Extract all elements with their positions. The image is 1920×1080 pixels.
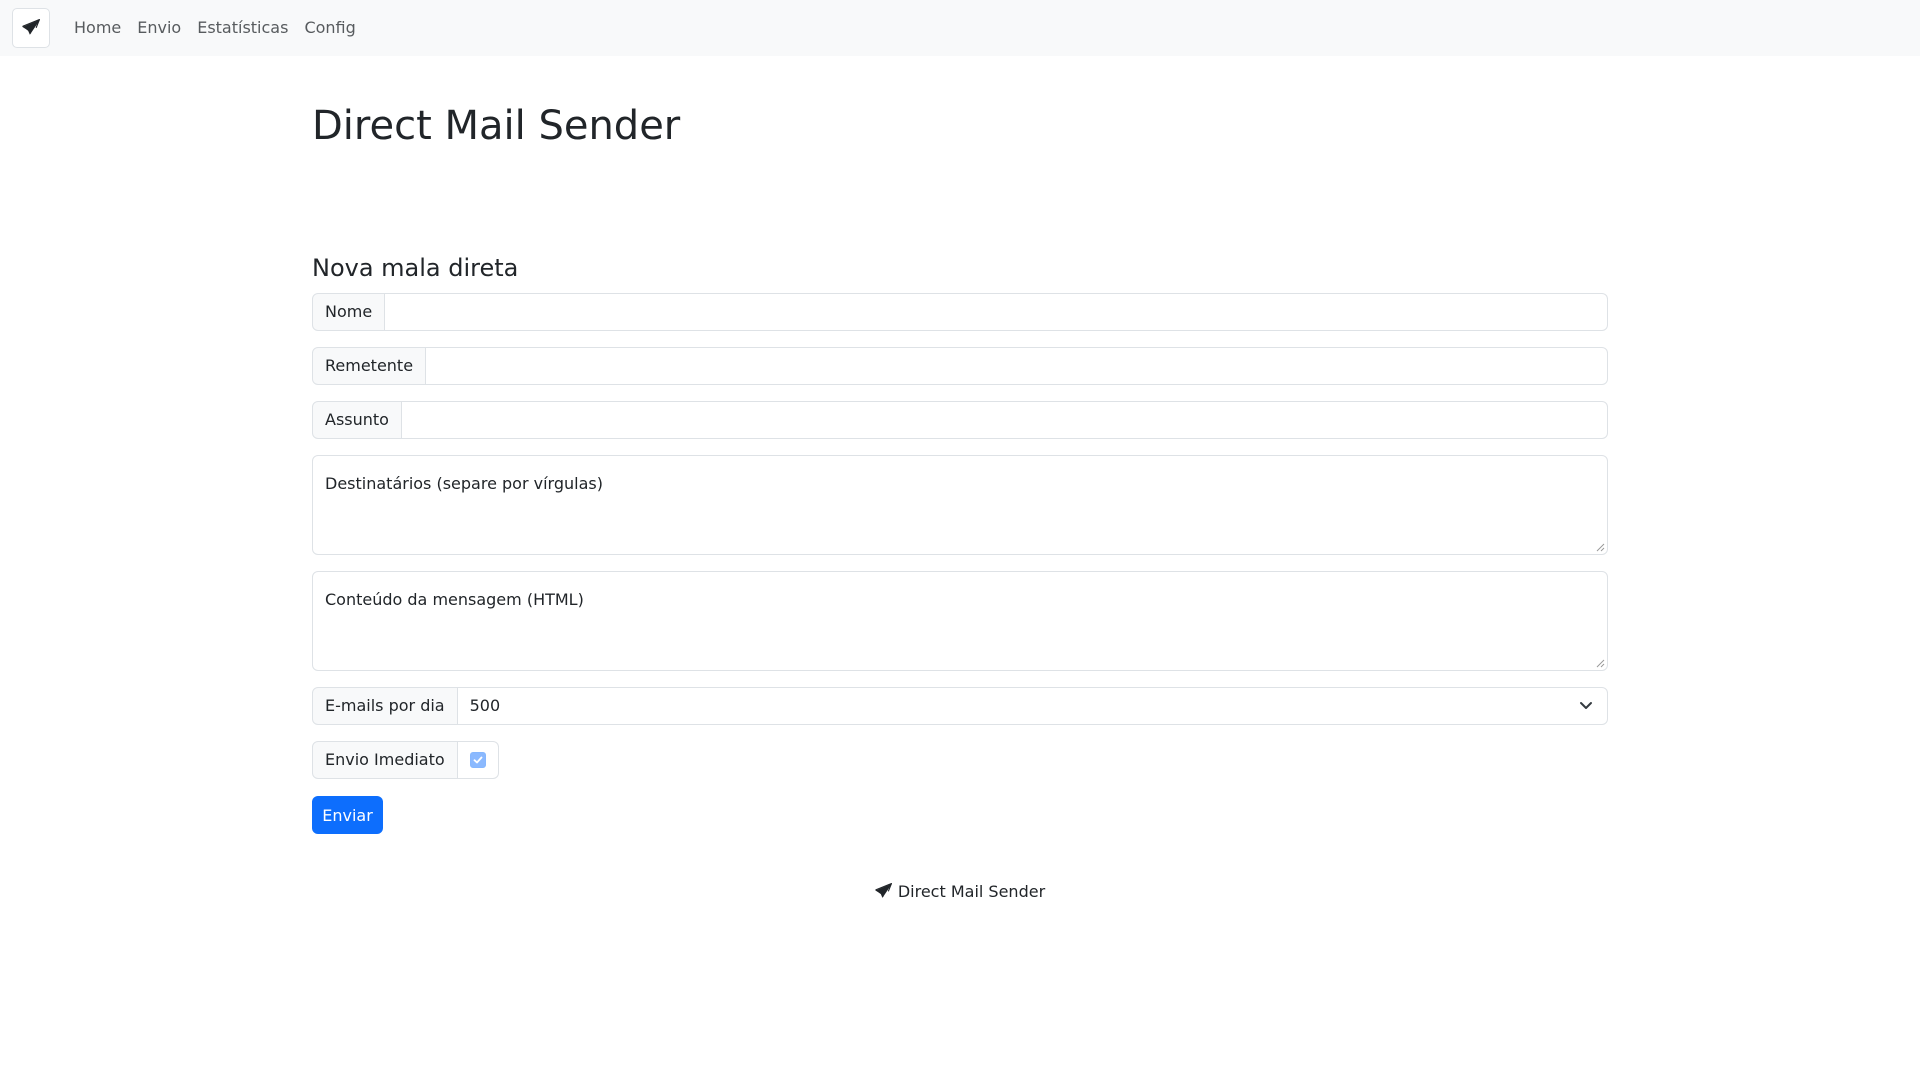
nav-home[interactable]: Home [66,0,129,56]
send-icon [875,883,892,898]
nav-estatisticas[interactable]: Estatísticas [189,0,296,56]
emails-por-dia-select[interactable]: 500 [457,687,1608,725]
page-title: Direct Mail Sender [312,103,681,149]
brand-button[interactable] [12,8,50,48]
resize-handle-icon[interactable] [1596,659,1605,668]
assunto-label: Assunto [312,401,402,439]
envio-imediato-checkbox[interactable] [469,752,486,768]
nav-config[interactable]: Config [296,0,363,56]
enviar-button[interactable]: Enviar [312,796,383,834]
section-title: Nova mala direta [312,254,519,282]
destinatarios-textarea[interactable]: Destinatários (separe por vírgulas) [312,455,1608,555]
conteudo-placeholder: Conteúdo da mensagem (HTML) [325,590,584,609]
conteudo-textarea[interactable]: Conteúdo da mensagem (HTML) [312,571,1608,671]
remetente-input[interactable] [426,347,1608,385]
envio-imediato-label: Envio Imediato [312,741,458,779]
nome-input[interactable] [385,293,1608,331]
emails-por-dia-label: E-mails por dia [312,687,458,725]
assunto-group: Assunto [312,401,1608,439]
footer: Direct Mail Sender [0,882,1920,901]
nav-envio[interactable]: Envio [129,0,189,56]
chevron-down-icon [1580,702,1592,709]
nav-links: Home Envio Estatísticas Config [66,0,364,56]
resize-handle-icon[interactable] [1596,543,1605,552]
send-icon [22,19,40,35]
destinatarios-placeholder: Destinatários (separe por vírgulas) [325,474,603,493]
envio-imediato-group: Envio Imediato [312,741,499,779]
envio-imediato-cell [457,741,499,779]
remetente-group: Remetente [312,347,1608,385]
check-icon [473,756,483,764]
remetente-label: Remetente [312,347,427,385]
navbar: Home Envio Estatísticas Config [0,0,1920,56]
emails-por-dia-group: E-mails por dia 500 [312,687,1608,725]
nome-label: Nome [312,293,386,331]
footer-text: Direct Mail Sender [897,882,1046,901]
nome-group: Nome [312,293,1608,331]
assunto-input[interactable] [401,401,1608,439]
emails-por-dia-value: 500 [469,696,501,715]
